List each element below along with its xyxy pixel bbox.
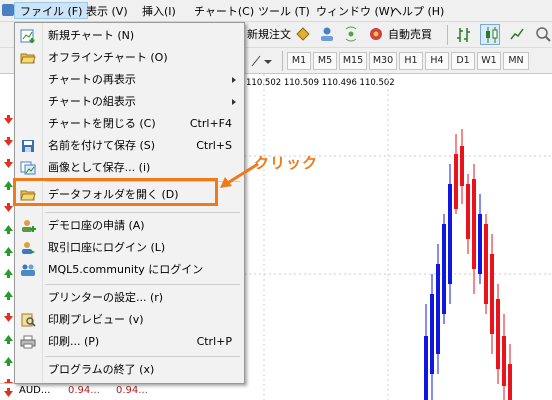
- timeframe-mn[interactable]: MN: [503, 52, 529, 70]
- add-user-icon: [22, 220, 36, 232]
- menu-item-label: 印刷プレビュー (v): [48, 313, 144, 326]
- menu-item-shortcut: Ctrl+P: [196, 335, 232, 348]
- menu-file[interactable]: ファイル (F): [14, 2, 89, 19]
- menu-separator: [45, 284, 240, 285]
- signal-icon[interactable]: [343, 26, 359, 42]
- menu-item-label: プリンターの設定... (r): [48, 291, 164, 304]
- menu-item-print-preview[interactable]: 印刷プレビュー (v): [15, 309, 244, 331]
- menu-item-login-mql5[interactable]: MQL5.community にログイン: [15, 259, 244, 281]
- arrow-down-icon: [4, 137, 13, 146]
- diamond-icon[interactable]: [296, 27, 310, 41]
- menu-separator: [45, 212, 240, 213]
- toolbar-divider: [282, 51, 283, 71]
- menu-bar: ファイル (F) 表示 (V) 挿入(I) チャート(C) ツール (T) ウィ…: [0, 0, 552, 22]
- app-icon[interactable]: [2, 4, 14, 16]
- user-icon[interactable]: [319, 26, 335, 42]
- timeframe-m1[interactable]: M1: [287, 52, 311, 70]
- menu-item-save-as[interactable]: 名前を付けて保存 (S) Ctrl+S: [15, 135, 244, 157]
- timeframe-d1[interactable]: D1: [451, 52, 475, 70]
- menu-item-label: 新規チャート (N): [48, 29, 135, 42]
- line-tools-icon[interactable]: [250, 54, 272, 68]
- menu-item-demo-account[interactable]: デモロ座の申請 (A): [15, 215, 244, 237]
- highlight-box: [13, 178, 218, 206]
- menu-item-exit[interactable]: プログラムの終了 (x): [15, 359, 244, 381]
- menu-help[interactable]: ヘルプ (H): [386, 3, 449, 20]
- arrow-down-icon: [4, 388, 13, 397]
- menu-item-label: 画像として保存... (i): [48, 161, 151, 174]
- menu-item-save-image[interactable]: 画像として保存... (i): [15, 157, 244, 179]
- arrow-up-icon: [4, 357, 13, 366]
- menu-tools[interactable]: ツール (T): [253, 3, 315, 20]
- menu-item-close-chart[interactable]: チャートを閉じる (C) Ctrl+F4: [15, 113, 244, 135]
- menu-item-label: MQL5.community にログイン: [48, 263, 204, 276]
- image-icon: [20, 161, 36, 175]
- line-chart-icon[interactable]: [509, 26, 525, 42]
- arrow-down-icon: [4, 115, 13, 124]
- arrow-up-icon: [4, 247, 13, 256]
- print-preview-icon: [21, 313, 36, 327]
- submenu-arrow-icon: [232, 77, 236, 83]
- timeframe-m5[interactable]: M5: [313, 52, 337, 70]
- symbol-ask: 0.94...: [116, 385, 148, 396]
- menu-item-login-trading[interactable]: 取引口座にログイン (L): [15, 237, 244, 259]
- menu-separator: [45, 356, 240, 357]
- menu-item-label: チャートを閉じる (C): [48, 117, 156, 130]
- save-icon: [22, 140, 34, 152]
- menu-item-label: チャートの組表示: [48, 95, 136, 108]
- menu-item-new-chart[interactable]: 新規チャート (N): [15, 25, 244, 47]
- menu-item-print[interactable]: 印刷... (P) Ctrl+P: [15, 331, 244, 353]
- menu-item-label: チャートの再表示: [48, 73, 136, 86]
- menu-item-offline-chart[interactable]: オフラインチャート (O): [15, 47, 244, 69]
- arrow-up-icon: [4, 335, 13, 344]
- candlestick-chart: [244, 74, 552, 400]
- menu-item-printer-setup[interactable]: プリンターの設定... (r): [15, 287, 244, 309]
- mql5-community-icon: [21, 264, 35, 276]
- timeframe-m30[interactable]: M30: [369, 52, 397, 70]
- menu-item-redisplay-chart[interactable]: チャートの再表示: [15, 69, 244, 91]
- menu-view[interactable]: 表示 (V): [81, 3, 133, 20]
- auto-trade-icon: [370, 28, 382, 40]
- menu-item-label: 取引口座にログイン (L): [48, 241, 166, 254]
- menu-item-shortcut: Ctrl+S: [196, 139, 232, 152]
- menu-item-label: オフラインチャート (O): [48, 51, 168, 64]
- menu-item-label: 印刷... (P): [48, 335, 100, 348]
- candle-chart-button[interactable]: [480, 24, 500, 45]
- symbol-row[interactable]: AUD... 0.94... 0.94...: [0, 383, 244, 400]
- menu-chart[interactable]: チャート(C): [189, 3, 259, 20]
- menu-item-shortcut: Ctrl+F4: [189, 117, 232, 130]
- chart-area[interactable]: 110.502 110.509 110.496 110.502: [244, 74, 552, 400]
- timeframe-w1[interactable]: W1: [477, 52, 501, 70]
- arrow-up-icon: [4, 225, 13, 234]
- printer-icon: [20, 335, 36, 349]
- timeframe-h1[interactable]: H1: [399, 52, 423, 70]
- new-order-button[interactable]: 新規注文: [247, 26, 291, 44]
- timeframe-m15[interactable]: M15: [339, 52, 367, 70]
- menu-item-chart-group[interactable]: チャートの組表示: [15, 91, 244, 113]
- callout-label: クリック: [254, 154, 319, 172]
- symbol-bid: 0.94...: [68, 385, 100, 396]
- login-user-icon: [22, 242, 35, 254]
- menu-item-label: 名前を付けて保存 (S): [48, 139, 156, 152]
- auto-trade-button[interactable]: 自動売買: [388, 26, 432, 44]
- arrow-up-icon: [4, 269, 13, 278]
- submenu-arrow-icon: [232, 99, 236, 105]
- arrow-down-icon: [4, 159, 13, 168]
- menu-item-label: プログラムの終了 (x): [48, 363, 155, 376]
- timeframe-h4[interactable]: H4: [425, 52, 449, 70]
- new-chart-icon: [20, 29, 35, 43]
- folder-open-icon: [20, 53, 36, 64]
- symbol-name: AUD...: [19, 385, 51, 396]
- zoom-in-icon[interactable]: [535, 26, 551, 42]
- menu-insert[interactable]: 挿入(I): [137, 3, 181, 20]
- menu-item-label: デモロ座の申請 (A): [48, 219, 145, 232]
- candle-chart-icon: [486, 27, 498, 43]
- arrow-up-icon: [4, 291, 13, 300]
- bar-chart-icon[interactable]: [456, 26, 472, 44]
- arrow-down-icon: [4, 313, 13, 322]
- toolbar-divider: [447, 25, 448, 45]
